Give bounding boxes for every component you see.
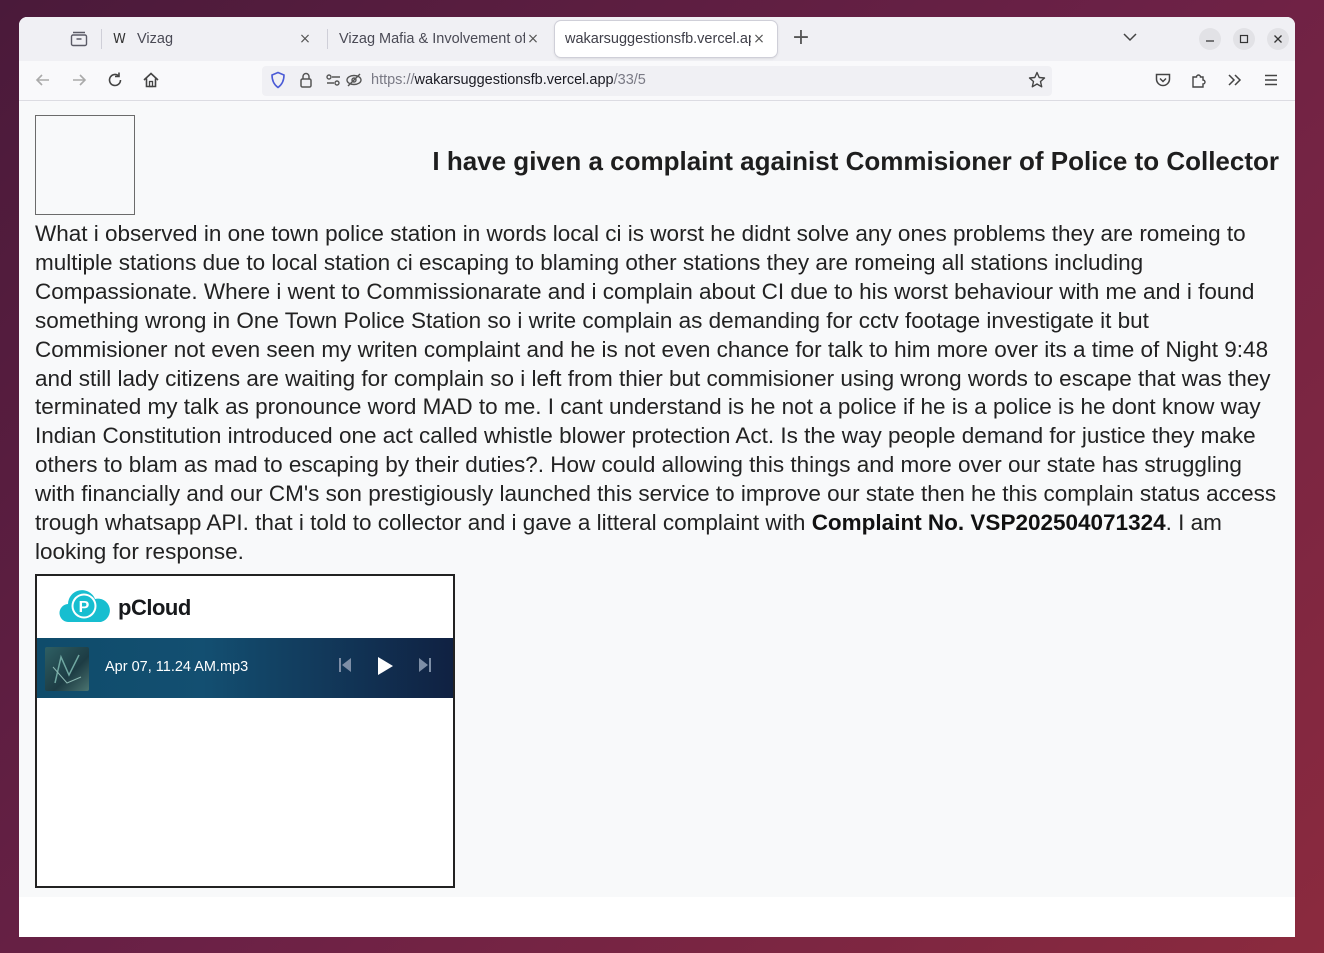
previous-track-icon[interactable] [337,656,353,678]
shield-icon[interactable] [268,71,288,91]
complaint-number: Complaint No. VSP202504071324 [811,510,1166,536]
tab-separator [101,29,102,49]
broken-image-placeholder [35,115,135,215]
back-icon[interactable] [33,71,53,91]
tab-list-icon[interactable] [69,29,89,49]
chevron-down-icon[interactable] [1123,29,1137,45]
close-window-icon[interactable] [1267,28,1289,50]
tab-active[interactable]: wakarsuggestionsfb.vercel.app × [555,21,777,57]
url-scheme: https:// [371,72,415,88]
hamburger-menu-icon[interactable] [1261,71,1281,91]
tab-separator [327,29,328,49]
play-icon[interactable] [375,655,395,682]
tab-title: wakarsuggestionsfb.vercel.app [565,31,751,47]
pcloud-header: P pCloud [37,576,453,638]
tab-title: Vizag [137,31,174,47]
page-title: I have given a complaint againist Commis… [432,146,1279,176]
next-track-icon[interactable] [417,656,433,678]
close-tab-icon[interactable]: × [297,31,313,47]
home-icon[interactable] [141,71,161,91]
page-content: I have given a complaint againist Commis… [19,102,1295,897]
tab-vizag[interactable]: W Vizag × [103,21,323,57]
tab-vizag-mafia[interactable]: Vizag Mafia & Involvement of × [329,21,551,57]
browser-window: W Vizag × Vizag Mafia & Involvement of ×… [19,17,1295,937]
url-text[interactable]: https://wakarsuggestionsfb.vercel.app/33… [371,72,646,88]
extensions-icon[interactable] [1189,71,1209,91]
pcloud-logo-icon[interactable]: P [59,589,110,625]
close-tab-icon[interactable]: × [751,31,767,47]
permissions-icon[interactable] [324,71,344,91]
lock-icon[interactable] [296,71,316,91]
url-host: wakarsuggestionsfb.vercel.app [414,72,614,88]
reload-icon[interactable] [105,71,125,91]
new-tab-button[interactable]: + [789,27,813,51]
tab-title: Vizag Mafia & Involvement of [339,31,525,47]
pcloud-embed: P pCloud Apr 07, 11.24 AM.mp3 [35,574,455,888]
forward-icon[interactable] [69,71,89,91]
tab-bar: W Vizag × Vizag Mafia & Involvement of ×… [19,17,1295,61]
vercel-w-icon: W [113,31,126,47]
body-text-main: What i observed in one town police stati… [35,221,1277,536]
page-bottom-area [19,897,1295,937]
audio-player: Apr 07, 11.24 AM.mp3 [37,638,453,698]
minimize-icon[interactable] [1199,28,1221,50]
url-bar[interactable]: https://wakarsuggestionsfb.vercel.app/33… [262,66,1052,96]
bookmark-star-icon[interactable] [1028,71,1046,94]
maximize-icon[interactable] [1233,28,1255,50]
pcloud-brand-name: pCloud [118,595,191,620]
track-thumbnail [45,647,89,691]
pcloud-logo-letter: P [79,599,90,616]
complaint-body: What i observed in one town police stati… [35,220,1279,567]
tracking-blocked-icon[interactable] [344,71,364,91]
track-filename: Apr 07, 11.24 AM.mp3 [105,659,249,675]
navigation-toolbar: https://wakarsuggestionsfb.vercel.app/33… [19,61,1295,101]
close-tab-icon[interactable]: × [525,31,541,47]
url-path: /33/5 [613,72,646,88]
overflow-menu-icon[interactable] [1225,71,1245,91]
pocket-icon[interactable] [1153,71,1173,91]
